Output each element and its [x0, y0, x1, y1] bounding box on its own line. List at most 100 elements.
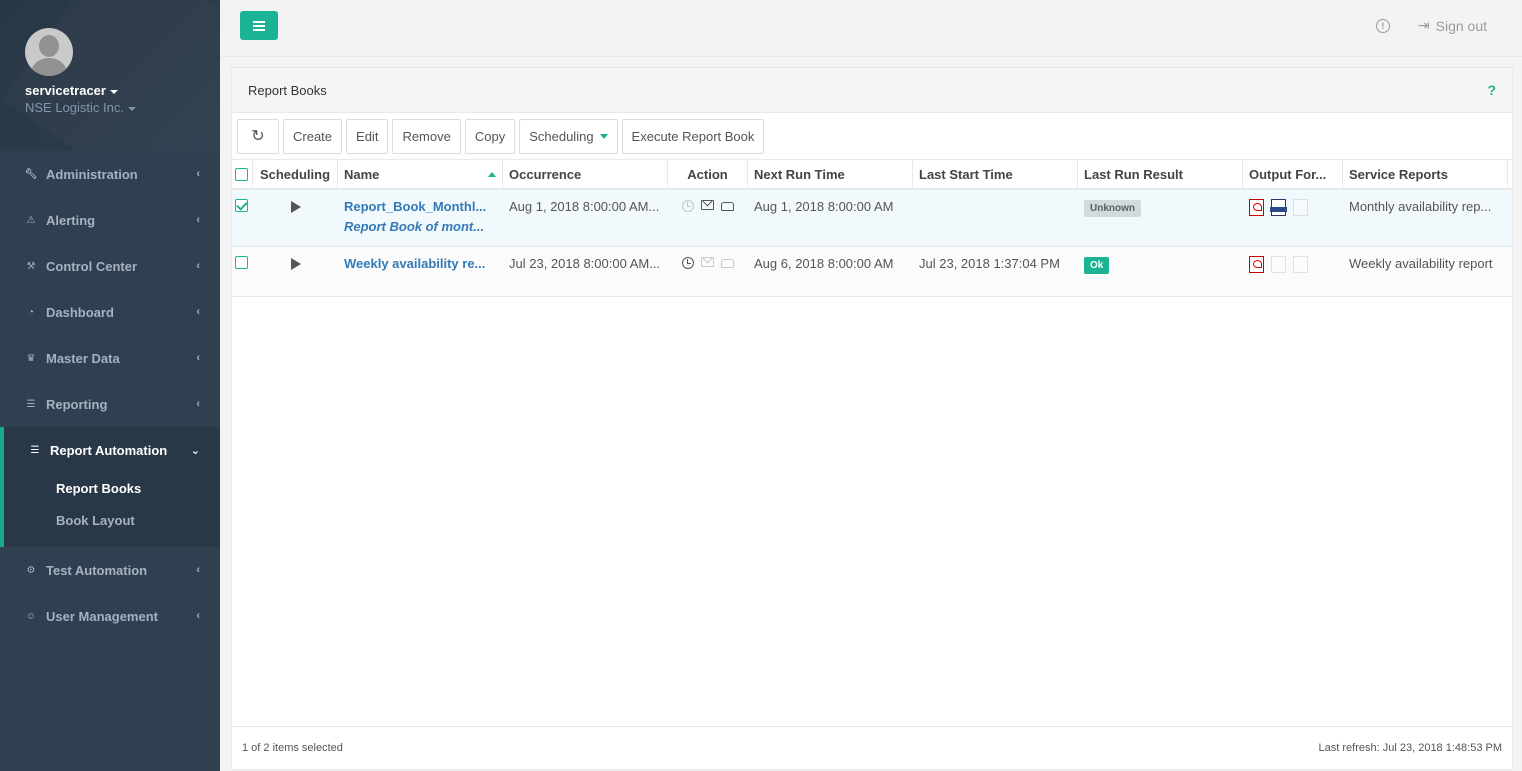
sidebar-item-reporting[interactable]: ☰ Reporting ‹ [0, 381, 220, 427]
report-book-name-link[interactable]: Weekly availability re... [344, 256, 497, 271]
sidebar-subitem-report-books[interactable]: Report Books [4, 473, 220, 505]
status-badge: Ok [1084, 257, 1110, 274]
sidebar-item-label: Reporting [46, 396, 108, 412]
row-checkbox[interactable] [235, 256, 248, 269]
row-checkbox[interactable] [235, 199, 248, 212]
chevron-left-icon: ‹ [196, 168, 200, 180]
row-select-cell [232, 190, 253, 246]
sidebar-item-test-automation[interactable]: ⚙︎ Test Automation ‹ [0, 547, 220, 593]
report-gear-icon: ☰ [30, 444, 40, 456]
sidebar-item-label: Alerting [46, 212, 96, 228]
last-refresh-timestamp: Last refresh: Jul 23, 2018 1:48:53 PM [1318, 742, 1502, 754]
service-reports-cell: Weekly availability report [1349, 256, 1493, 271]
mail-icon[interactable] [701, 257, 714, 267]
header-occurrence[interactable]: Occurrence [503, 160, 668, 188]
chevron-left-icon: ‹ [196, 306, 200, 318]
help-icon[interactable]: ? [1487, 82, 1496, 98]
header-last-run-result[interactable]: Last Run Result [1078, 160, 1243, 188]
header-action[interactable]: Action [668, 160, 748, 188]
action-cell [668, 190, 748, 246]
copy-button[interactable]: Copy [464, 118, 516, 154]
select-all-checkbox[interactable] [235, 167, 248, 181]
play-icon[interactable] [290, 258, 301, 270]
menu-toggle-button[interactable] [240, 11, 278, 40]
name-cell: Weekly availability re... [338, 247, 503, 296]
header-name[interactable]: Name [338, 160, 503, 188]
selection-count: 1 of 2 items selected [242, 742, 343, 754]
scheduling-cell [253, 190, 338, 246]
name-cell: Report_Book_Monthl... Report Book of mon… [338, 190, 503, 246]
sidebar-item-master-data[interactable]: ♛ Master Data ‹ [0, 335, 220, 381]
pdf-file-icon[interactable] [1249, 199, 1264, 216]
header-service-reports[interactable]: Service Reports [1343, 160, 1508, 188]
header-scheduling[interactable]: Scheduling [253, 160, 338, 188]
sidebar-subitem-book-layout[interactable]: Book Layout [4, 505, 220, 537]
wrench-icon: 🔧︎ [24, 168, 38, 180]
word-file-icon[interactable] [1293, 199, 1308, 216]
header-name-label: Name [344, 166, 380, 182]
table-row[interactable]: Report_Book_Monthl... Report Book of mon… [232, 190, 1512, 247]
username-label: servicetracer [25, 83, 106, 98]
create-button[interactable]: Create [283, 118, 343, 154]
table-row[interactable]: Weekly availability re... Jul 23, 2018 8… [232, 247, 1512, 297]
sign-out-icon: ⇥ [1417, 17, 1430, 33]
info-icon[interactable]: ! [1375, 18, 1390, 33]
sidebar-item-user-management[interactable]: ☺︎ User Management ‹ [0, 593, 220, 639]
avatar[interactable] [25, 28, 73, 76]
pdf-file-icon[interactable] [1249, 256, 1264, 273]
report-books-table: Scheduling Name Occurrence Action Next R… [232, 159, 1512, 297]
sidebar-nav: 🔧︎ Administration ‹ ⚠︎ Alerting ‹ ⚒︎ Con… [0, 151, 220, 639]
status-badge: Unknown [1084, 200, 1141, 217]
user-profile: servicetracer NSE Logistic Inc. [0, 0, 220, 151]
crown-icon: ♛ [26, 352, 36, 364]
header-last-start-time[interactable]: Last Start Time [913, 160, 1078, 188]
topbar: ! ⇥ Sign out [220, 0, 1522, 57]
output-format-cell [1243, 190, 1343, 246]
html-file-icon[interactable] [1270, 199, 1287, 216]
header-next-run-time[interactable]: Next Run Time [748, 160, 913, 188]
chevron-left-icon: ‹ [196, 352, 200, 364]
sidebar-item-control-center[interactable]: ⚒︎ Control Center ‹ [0, 243, 220, 289]
table-header: Scheduling Name Occurrence Action Next R… [232, 159, 1512, 190]
sidebar-item-report-automation[interactable]: ☰ Report Automation ⌄ [4, 427, 220, 473]
remove-button[interactable]: Remove [392, 118, 461, 154]
word-file-icon[interactable] [1293, 256, 1308, 273]
chevron-down-icon: ⌄ [190, 444, 200, 457]
sidebar-item-dashboard[interactable]: ◔ Dashboard ‹ [0, 289, 220, 335]
play-icon[interactable] [290, 201, 301, 213]
sidebar-item-administration[interactable]: 🔧︎ Administration ‹ [0, 151, 220, 197]
sidebar-item-label: Master Data [46, 350, 120, 366]
html-file-icon[interactable] [1271, 256, 1286, 273]
tools-icon: ⚒︎ [26, 260, 36, 272]
org-label: NSE Logistic Inc. [25, 100, 124, 115]
topbar-actions: ! ⇥ Sign out [1375, 17, 1487, 34]
history-icon[interactable] [682, 257, 694, 269]
username-dropdown[interactable]: servicetracer [25, 83, 220, 98]
last-start-cell: Jul 23, 2018 1:37:04 PM [919, 256, 1060, 271]
scheduling-dropdown[interactable]: Scheduling [519, 118, 618, 154]
report-book-name-link[interactable]: Report_Book_Monthl... [344, 199, 497, 214]
chevron-left-icon: ‹ [196, 610, 200, 622]
action-cell [668, 247, 748, 296]
caret-down-icon [128, 106, 136, 111]
history-icon[interactable] [682, 200, 694, 212]
scheduling-label: Scheduling [529, 128, 594, 144]
refresh-button[interactable]: ↻ [237, 118, 279, 154]
org-dropdown[interactable]: NSE Logistic Inc. [25, 100, 220, 115]
drive-icon[interactable] [721, 202, 734, 211]
drive-icon[interactable] [721, 259, 734, 268]
sidebar-item-alerting[interactable]: ⚠︎ Alerting ‹ [0, 197, 220, 243]
header-output-format[interactable]: Output For... [1243, 160, 1343, 188]
next-run-cell: Aug 6, 2018 8:00:00 AM [754, 256, 894, 271]
edit-button[interactable]: Edit [346, 118, 389, 154]
execute-report-book-button[interactable]: Execute Report Book [621, 118, 765, 154]
last-start-cell [913, 190, 1078, 246]
pie-chart-icon: ◔ [27, 306, 35, 318]
sort-ascending-icon [488, 171, 496, 177]
chevron-left-icon: ‹ [196, 214, 200, 226]
users-icon: ☺︎ [25, 610, 37, 622]
sign-out-link[interactable]: ⇥ Sign out [1418, 17, 1487, 34]
mail-icon[interactable] [701, 200, 714, 210]
chevron-left-icon: ‹ [196, 260, 200, 272]
occurrence-cell: Aug 1, 2018 8:00:00 AM... [509, 199, 660, 214]
